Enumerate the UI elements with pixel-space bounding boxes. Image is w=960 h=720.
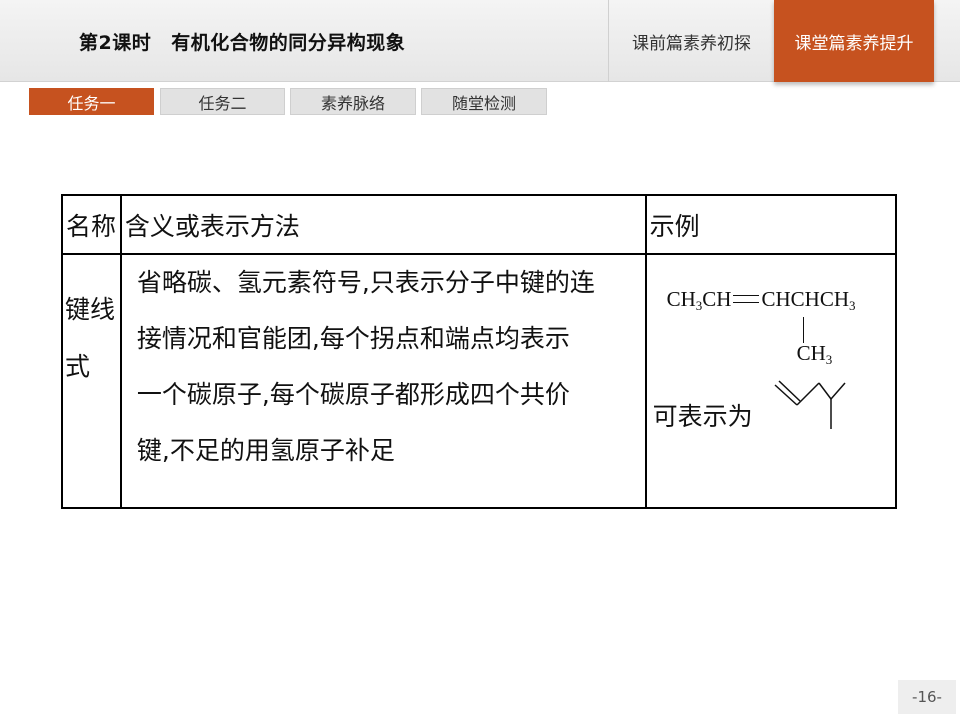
header-name: 名称 [61, 194, 122, 255]
lesson-title: 第2课时 有机化合物的同分异构现象 [79, 28, 405, 55]
tab-task-1[interactable]: 任务一 [29, 88, 154, 115]
branch-bond-line [802, 317, 805, 343]
table-header-row: 名称 含义或表示方法 示例 [61, 194, 898, 255]
content-table: 名称 含义或表示方法 示例 键线 式 省略碳、氢元素符号,只表示分子中键的连 接… [61, 194, 898, 509]
name-line: 键线 [65, 295, 116, 324]
description-line: 键,不足的用氢原子补足 [136, 436, 395, 465]
header-bar: 第2课时 有机化合物的同分异构现象 课前篇素养初探 课堂篇素养提升 [0, 0, 960, 82]
double-bond-icon [733, 295, 760, 304]
example-cell: CH3CH CHCHCH3 CH3 可表示为 [644, 253, 898, 509]
lesson-number: 第2课时 [79, 32, 152, 54]
name-line: 式 [65, 352, 91, 381]
description-cell: 省略碳、氢元素符号,只表示分子中键的连 接情况和官能团,每个拐点和端点均表示 一… [119, 253, 647, 509]
name-cell: 键线 式 [61, 253, 122, 509]
description-line: 接情况和官能团,每个拐点和端点均表示 [136, 324, 570, 353]
header-example: 示例 [644, 194, 898, 255]
description-line: 省略碳、氢元素符号,只表示分子中键的连 [136, 268, 595, 297]
description-line: 一个碳原子,每个碳原子都形成四个共价 [136, 380, 570, 409]
tab-literacy-context[interactable]: 素养脉络 [290, 88, 416, 115]
header-meaning: 含义或表示方法 [119, 194, 647, 255]
represent-text: 可表示为 [652, 402, 753, 431]
lesson-name: 有机化合物的同分异构现象 [171, 32, 406, 54]
branch-methyl: CH3 [796, 341, 833, 367]
table-row: 键线 式 省略碳、氢元素符号,只表示分子中键的连 接情况和官能团,每个拐点和端点… [61, 253, 898, 509]
skeletal-formula-icon [774, 380, 846, 429]
nav-prev-section-button[interactable]: 课前篇素养初探 [608, 0, 774, 82]
nav-current-section-button[interactable]: 课堂篇素养提升 [774, 0, 934, 82]
condensed-formula: CH3CH CHCHCH3 [666, 287, 856, 313]
tab-task-2[interactable]: 任务二 [160, 88, 285, 115]
page-number: -16- [898, 680, 956, 714]
tab-quiz[interactable]: 随堂检测 [421, 88, 547, 115]
